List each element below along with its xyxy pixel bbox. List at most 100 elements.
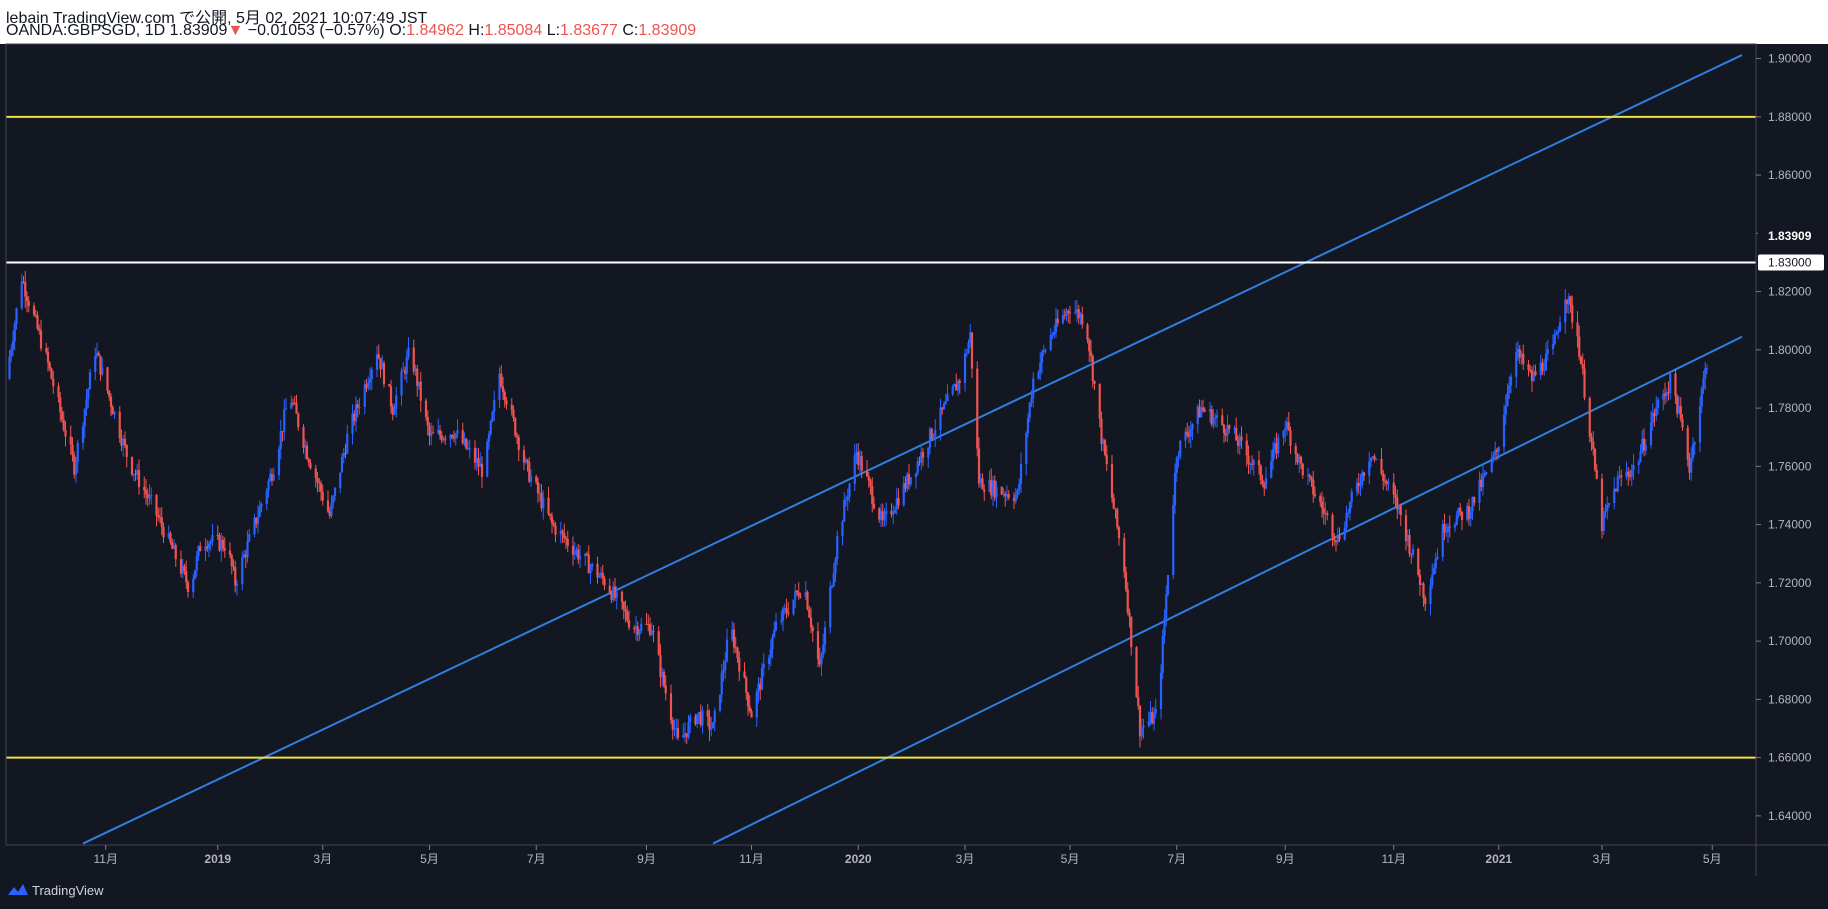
candle-body [892, 512, 895, 515]
candle-body [1247, 455, 1250, 465]
time-tick-label: 3月 [1593, 852, 1612, 866]
candle-body [1056, 318, 1059, 324]
candle-body [1310, 476, 1313, 480]
candle-body [15, 308, 18, 324]
time-tick-label: 9月 [637, 852, 656, 866]
candle-body [1331, 514, 1334, 537]
candle-body [615, 591, 618, 598]
candle-body [1123, 538, 1126, 573]
candle-body [1088, 339, 1091, 352]
candle-body [591, 563, 594, 567]
candle-body [20, 281, 23, 309]
candle-body [1030, 397, 1033, 403]
candle-body [671, 720, 674, 730]
candle-body [1284, 427, 1287, 431]
candle-body [1016, 490, 1019, 495]
candle-body [444, 438, 447, 440]
candle-body [1704, 368, 1707, 379]
candle-body [1313, 494, 1317, 497]
candle-body [872, 503, 876, 509]
candle-body [843, 499, 846, 522]
candle-body [221, 539, 225, 549]
candle-body [736, 647, 739, 659]
candle-body [1576, 322, 1579, 337]
candle-body [1135, 647, 1138, 698]
tradingview-logo-icon [8, 884, 28, 895]
candle-body [1436, 556, 1439, 559]
candle-body [1453, 524, 1457, 528]
candle-body [1081, 314, 1084, 325]
candle-body [284, 408, 288, 410]
candle-body [561, 530, 564, 533]
candle-body [1492, 455, 1495, 458]
candle-body [489, 420, 492, 435]
candle-body [1130, 616, 1133, 648]
candle-body [1681, 418, 1684, 428]
candle-body [939, 407, 942, 431]
candle-body [708, 716, 711, 730]
candle-body [834, 559, 837, 574]
candle-body [1049, 334, 1052, 350]
candle-body [1632, 464, 1635, 471]
candle-body [143, 486, 146, 491]
candle-body [722, 669, 725, 673]
candle-body [1534, 371, 1537, 376]
candle-body [74, 461, 78, 475]
candle-body [27, 301, 30, 306]
candle-body [130, 457, 134, 475]
price-tick-label: 1.82000 [1768, 285, 1812, 299]
candle-body [223, 548, 226, 551]
candle-body [265, 490, 268, 505]
candle-body [160, 517, 163, 527]
candle-body [332, 496, 335, 504]
candle-body [1152, 713, 1156, 724]
candle-body [368, 379, 372, 383]
candle-body [87, 389, 90, 400]
candle-body [1702, 378, 1705, 389]
candle-body [195, 556, 198, 571]
candle-body [921, 452, 925, 458]
candle-body [407, 347, 410, 357]
candle-body [209, 541, 212, 544]
candle-body [199, 546, 202, 552]
candle-body [108, 390, 111, 397]
price-chart[interactable]: 1.64000 1.66000 1.68000 1.70000 1.72000 1.740… [0, 0, 1828, 876]
candle-body [340, 456, 344, 473]
candle-body [1173, 472, 1177, 506]
candle-body [24, 281, 27, 297]
candle-body [46, 351, 50, 363]
candle-body [260, 504, 263, 507]
candle-body [823, 627, 827, 645]
candle-body [841, 521, 844, 537]
candle-body [1571, 305, 1574, 323]
candle-body [25, 296, 29, 302]
candle-body [1091, 355, 1094, 381]
candle-body [797, 592, 800, 597]
candle-body [622, 601, 625, 609]
candle-body [1165, 594, 1168, 619]
candle-body [1429, 585, 1432, 604]
candle-body [682, 734, 685, 738]
candle-body [1116, 509, 1119, 528]
candle-body [1606, 504, 1609, 512]
candle-body [748, 706, 751, 712]
candle-body [45, 348, 48, 352]
candle-body [501, 386, 505, 392]
candle-body [113, 411, 116, 415]
candle-body [1271, 449, 1275, 461]
candle-body [186, 582, 190, 592]
candle-body [85, 399, 88, 410]
candle-body [1368, 461, 1371, 476]
candle-body [1186, 431, 1189, 435]
candle-body [1387, 482, 1390, 484]
candle-body [844, 499, 848, 501]
candle-body [1347, 512, 1350, 514]
candle-body [1235, 427, 1238, 441]
candle-body [1147, 721, 1150, 726]
candle-body [314, 468, 317, 478]
candle-body [412, 347, 415, 372]
candle-body [1068, 312, 1072, 314]
candle-body [883, 514, 886, 521]
candle-body [970, 332, 974, 369]
candle-body [1018, 483, 1021, 491]
